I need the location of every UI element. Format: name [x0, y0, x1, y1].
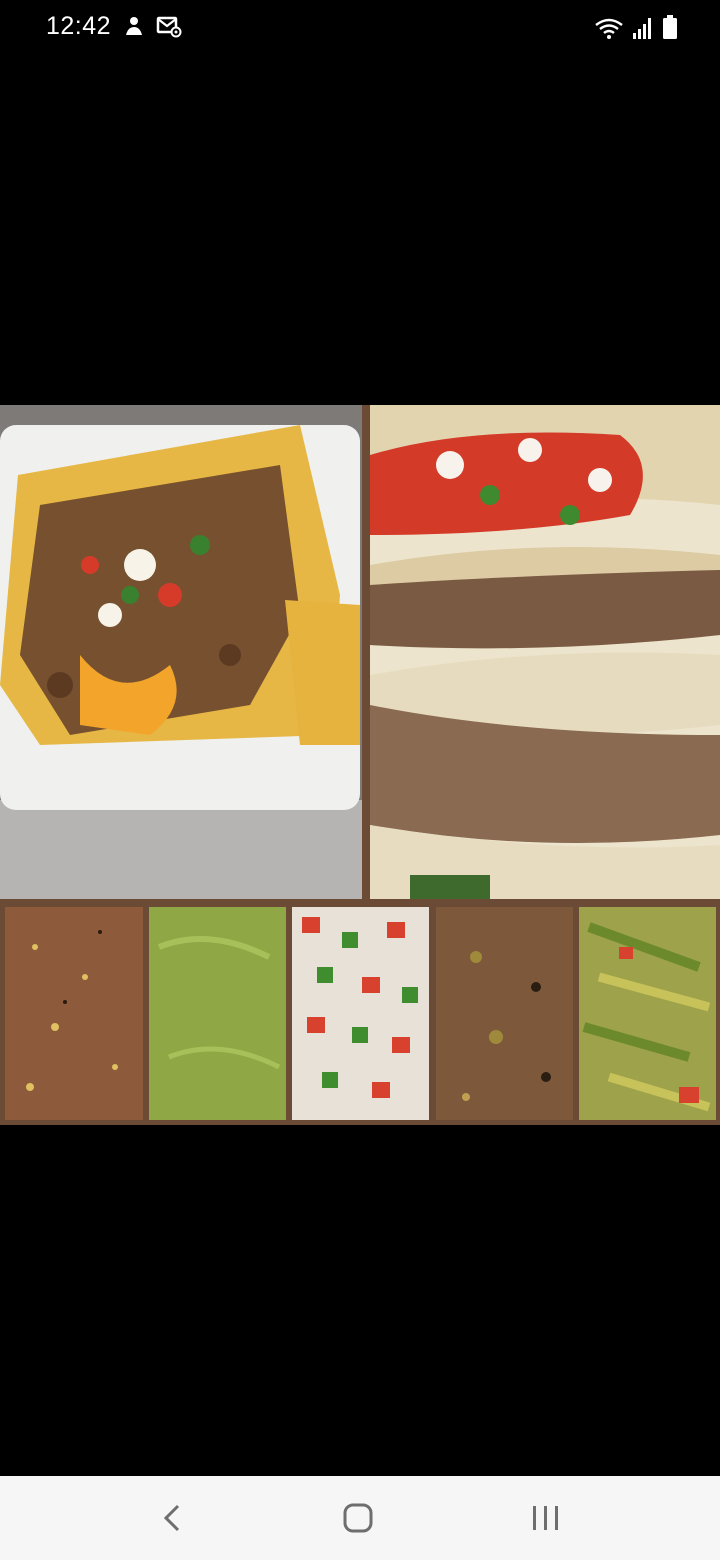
food-collage-image[interactable] — [0, 405, 720, 1125]
pico-de-gallo-photo — [292, 907, 429, 1120]
chile-salsa-photo — [436, 907, 573, 1120]
status-right-icons — [594, 14, 678, 40]
tacos-photo — [370, 405, 720, 899]
back-button[interactable] — [142, 1494, 202, 1542]
status-bar: 12:42 — [0, 0, 720, 54]
home-icon — [343, 1503, 373, 1533]
green-salsa-photo — [149, 907, 286, 1120]
battery-icon — [663, 15, 677, 39]
back-icon — [163, 1504, 180, 1532]
nachos-photo — [0, 405, 362, 899]
status-time: 12:42 — [46, 12, 112, 40]
red-salsa-photo — [5, 907, 143, 1120]
signal-icon — [633, 18, 651, 39]
recent-apps-icon — [533, 1506, 558, 1530]
wifi-icon — [595, 18, 623, 39]
mail-settings-icon — [156, 16, 182, 38]
notification-person-icon — [126, 17, 142, 35]
status-left-icons — [122, 14, 182, 38]
nopales-photo — [579, 907, 716, 1120]
home-button[interactable] — [328, 1494, 388, 1542]
recent-apps-button[interactable] — [516, 1494, 576, 1542]
navigation-bar — [0, 1476, 720, 1560]
